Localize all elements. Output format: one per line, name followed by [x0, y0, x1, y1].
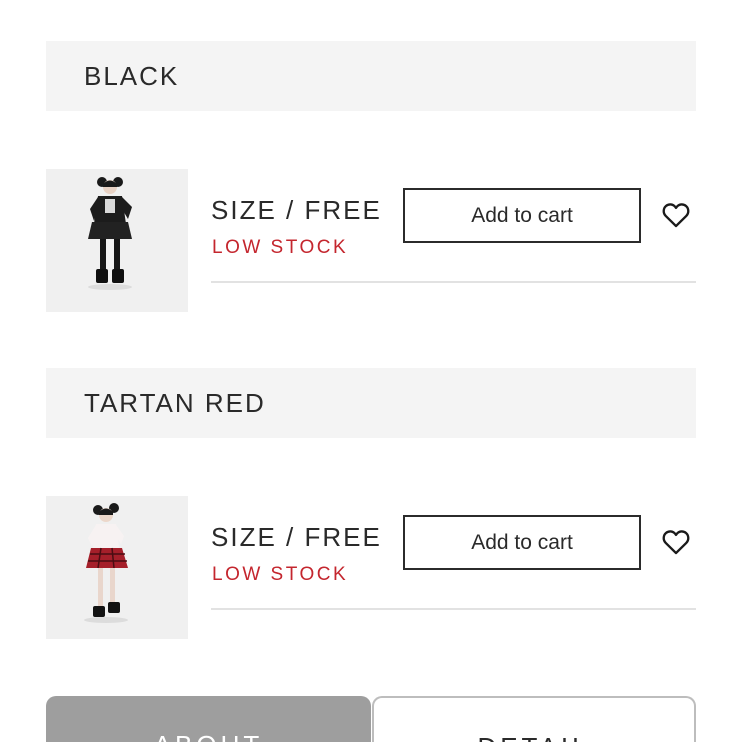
product-thumbnail[interactable] [46, 496, 188, 639]
row-divider [211, 281, 696, 283]
variant-header-black: BLACK [46, 41, 696, 111]
row-divider [211, 608, 696, 610]
size-label: SIZE / FREE [211, 522, 382, 552]
variant-color-name: TARTAN RED [84, 387, 266, 418]
model-photo-tartan-red [46, 496, 188, 639]
info-tabs: ABOUT DETAIL [46, 696, 696, 742]
add-to-cart-button[interactable]: Add to cart [403, 188, 641, 243]
stock-status-label: LOW STOCK [212, 564, 349, 585]
tab-label: ABOUT [154, 730, 264, 742]
product-thumbnail[interactable] [46, 169, 188, 312]
tab-label: DETAIL [477, 732, 590, 742]
heart-outline-icon[interactable] [662, 202, 690, 228]
heart-outline-icon[interactable] [662, 529, 690, 555]
size-label: SIZE / FREE [211, 195, 382, 225]
add-to-cart-button[interactable]: Add to cart [403, 515, 641, 570]
tab-detail[interactable]: DETAIL [372, 696, 696, 742]
variant-header-tartan-red: TARTAN RED [46, 368, 696, 438]
stock-status-label: LOW STOCK [212, 237, 349, 258]
tab-about[interactable]: ABOUT [46, 696, 371, 742]
variant-row-tartan-red: SIZE / FREE LOW STOCK Add to cart [46, 496, 696, 639]
model-photo-black [46, 169, 188, 312]
variant-row-black: SIZE / FREE LOW STOCK Add to cart [46, 169, 696, 312]
variant-color-name: BLACK [84, 60, 180, 91]
